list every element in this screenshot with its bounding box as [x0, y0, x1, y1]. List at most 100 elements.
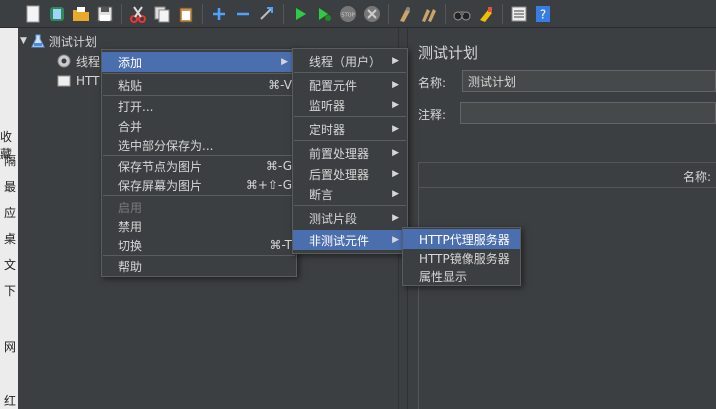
menu-item-shortcut: ⌘+⇧-G — [245, 178, 292, 192]
variables-table-header: 名称: — [418, 162, 716, 188]
function-helper-icon[interactable] — [508, 3, 530, 25]
menu-item-label: 打开... — [118, 99, 154, 114]
menu-item-assertion[interactable]: 断言 ▶ — [293, 184, 407, 204]
chevron-right-icon: ▶ — [392, 80, 399, 90]
toolbar: STOP ? — [0, 0, 716, 28]
right-panel: 测试计划 名称: 测试计划 注释: 名称: — [408, 28, 716, 409]
chevron-right-icon: ▶ — [392, 189, 399, 199]
context-menu: 添加 ▶ 粘贴 ⌘-V 打开... 合并 选中部分保存为... 保存节点为图片 … — [101, 49, 297, 277]
help-icon[interactable]: ? — [532, 3, 554, 25]
menu-item-config-element[interactable]: 配置元件 ▶ — [293, 75, 407, 95]
toolbar-separator — [388, 3, 389, 24]
menu-item-non-test-elements[interactable]: 非测试元件 ▶ — [293, 230, 407, 250]
menu-separator — [294, 116, 406, 117]
menu-separator — [103, 195, 295, 196]
new-icon[interactable] — [22, 3, 44, 25]
menu-item-test-fragment[interactable]: 测试片段 ▶ — [293, 208, 407, 228]
add-submenu: 线程（用户） ▶ 配置元件 ▶ 监听器 ▶ 定时器 ▶ 前置处理器 ▶ 后置处理… — [292, 48, 408, 254]
menu-item-label: 线程（用户） — [309, 54, 382, 69]
menu-item-add[interactable]: 添加 ▶ — [102, 52, 296, 72]
open-icon[interactable] — [70, 3, 92, 25]
tree-node-http[interactable]: HTT — [56, 72, 99, 90]
stop-icon[interactable]: STOP — [337, 3, 359, 25]
paste-icon[interactable] — [175, 3, 197, 25]
tree-node-label: 线程 — [76, 54, 101, 69]
tree-node-label: HTT — [76, 74, 100, 88]
menu-item-timer[interactable]: 定时器 ▶ — [293, 119, 407, 139]
clear-icon[interactable] — [394, 3, 416, 25]
sampler-icon — [57, 75, 71, 87]
menu-item-pre-processor[interactable]: 前置处理器 ▶ — [293, 143, 407, 163]
bg-text: 下 — [4, 284, 17, 298]
chevron-down-icon[interactable]: ▼ — [20, 36, 27, 46]
comment-field[interactable] — [460, 102, 716, 124]
chevron-right-icon: ▶ — [392, 169, 399, 179]
menu-item-disable[interactable]: 禁用 — [102, 216, 296, 236]
menu-item-label: 添加 — [118, 55, 143, 70]
menu-item-label: 前置处理器 — [309, 146, 370, 161]
menu-item-toggle[interactable]: 切换 ⌘-T — [102, 235, 296, 255]
menu-item-label: 非测试元件 — [309, 233, 370, 248]
menu-item-label: 选中部分保存为... — [118, 138, 214, 153]
flask-icon — [31, 34, 45, 48]
menu-item-paste[interactable]: 粘贴 ⌘-V — [102, 75, 296, 95]
search-icon[interactable] — [451, 3, 473, 25]
menu-item-merge[interactable]: 合并 — [102, 116, 296, 136]
expand-icon[interactable] — [208, 3, 230, 25]
chevron-right-icon: ▶ — [392, 56, 399, 66]
chevron-right-icon: ▶ — [281, 57, 288, 67]
toggle-icon[interactable] — [256, 3, 278, 25]
menu-separator — [294, 140, 406, 141]
menu-item-enable: 启用 — [102, 197, 296, 217]
menu-item-save-screen-image[interactable]: 保存屏幕为图片 ⌘+⇧-G — [102, 175, 296, 195]
menu-item-property-display[interactable]: 属性显示 — [403, 266, 520, 286]
table-column-name[interactable]: 名称: — [683, 168, 711, 185]
name-field[interactable]: 测试计划 — [462, 70, 716, 92]
bg-text: 隔 — [4, 154, 17, 168]
tree-node-test-plan[interactable]: ▼ 测试计划 — [20, 32, 97, 50]
menu-item-label: 属性显示 — [419, 269, 468, 284]
menu-item-label: 粘贴 — [118, 78, 143, 93]
menu-separator — [103, 73, 295, 74]
menu-item-help[interactable]: 帮助 — [102, 256, 296, 276]
menu-item-shortcut: ⌘-V — [268, 78, 292, 92]
menu-item-http-proxy-server[interactable]: HTTP代理服务器 — [403, 229, 520, 249]
templates-icon[interactable] — [46, 3, 68, 25]
menu-item-listener[interactable]: 监听器 ▶ — [293, 95, 407, 115]
menu-item-label: 定时器 — [309, 122, 346, 137]
chevron-right-icon: ▶ — [392, 213, 399, 223]
menu-item-label: 断言 — [309, 187, 334, 202]
start-icon[interactable] — [289, 3, 311, 25]
clear-all-icon[interactable] — [418, 3, 440, 25]
gear-icon — [57, 54, 71, 68]
menu-item-save-node-image[interactable]: 保存节点为图片 ⌘-G — [102, 156, 296, 176]
start-no-pause-icon[interactable] — [313, 3, 335, 25]
menu-item-save-selection[interactable]: 选中部分保存为... — [102, 135, 296, 155]
menu-item-label: 禁用 — [118, 219, 143, 234]
copy-icon[interactable] — [151, 3, 173, 25]
menu-item-label: 帮助 — [118, 259, 143, 274]
menu-item-open[interactable]: 打开... — [102, 96, 296, 116]
menu-item-http-mirror-server[interactable]: HTTP镜像服务器 — [403, 248, 520, 268]
bg-text: 最 — [4, 180, 17, 194]
reset-search-icon[interactable] — [475, 3, 497, 25]
tree-node-label: 测试计划 — [48, 34, 97, 49]
menu-item-label: 保存节点为图片 — [118, 159, 203, 174]
collapse-icon[interactable] — [232, 3, 254, 25]
cut-icon[interactable] — [127, 3, 149, 25]
menu-item-threads[interactable]: 线程（用户） ▶ — [293, 51, 407, 71]
chevron-right-icon: ▶ — [392, 100, 399, 110]
menu-item-shortcut: ⌘-T — [269, 238, 292, 252]
menu-item-post-processor[interactable]: 后置处理器 ▶ — [293, 164, 407, 184]
bg-text: 桌 — [4, 232, 17, 246]
variables-table[interactable] — [418, 188, 716, 409]
chevron-right-icon: ▶ — [392, 124, 399, 134]
menu-item-label: 切换 — [118, 238, 143, 253]
toolbar-separator — [202, 3, 203, 24]
shutdown-icon[interactable] — [361, 3, 383, 25]
menu-item-label: 保存屏幕为图片 — [118, 178, 203, 193]
save-icon[interactable] — [94, 3, 116, 25]
chevron-right-icon: ▶ — [392, 148, 399, 158]
tree-node-thread-group[interactable]: 线程 — [56, 52, 100, 70]
menu-item-label: HTTP代理服务器 — [419, 232, 510, 247]
